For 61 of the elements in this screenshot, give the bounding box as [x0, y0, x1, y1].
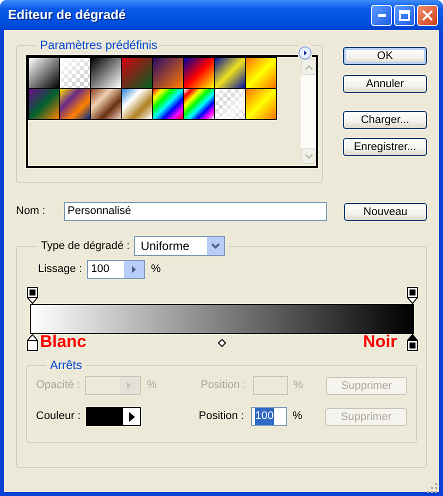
position-field[interactable]: 100 — [251, 407, 288, 426]
name-field[interactable]: Personnalisé — [64, 202, 327, 221]
position-label: Position : — [200, 378, 247, 394]
preset-swatch[interactable] — [152, 57, 184, 90]
maximize-icon — [399, 10, 410, 20]
preset-swatch[interactable] — [152, 88, 184, 120]
preset-swatch[interactable] — [59, 57, 91, 90]
maximize-button[interactable] — [394, 4, 415, 26]
opacity-field[interactable] — [85, 376, 141, 396]
preset-swatch[interactable] — [183, 57, 215, 90]
minimize-button[interactable] — [371, 4, 392, 26]
preset-swatch[interactable] — [28, 88, 60, 120]
gradient-type-select[interactable]: Uniforme — [134, 236, 225, 256]
menu-button[interactable] — [298, 45, 312, 60]
preset-swatch[interactable] — [214, 88, 246, 120]
percent-label: % — [151, 262, 161, 278]
smoothness-field[interactable]: 100 — [87, 260, 145, 279]
percent-label: % — [146, 378, 157, 394]
gradient-type-label: Type de dégradé : — [41, 238, 130, 254]
color-stop[interactable] — [26, 334, 38, 351]
annotation-label: Noir — [363, 333, 397, 350]
preset-swatch[interactable] — [90, 57, 122, 90]
play-circle-icon — [298, 46, 312, 60]
position-label: Position : — [198, 409, 245, 424]
opacity-label: Opacité : — [36, 378, 82, 394]
percent-label: % — [293, 378, 304, 394]
opacity-stop[interactable] — [406, 287, 418, 304]
dialog-button[interactable]: OK — [343, 47, 427, 65]
close-button[interactable] — [417, 4, 438, 26]
smoothness-label: Lissage : — [38, 262, 84, 278]
preset-swatch[interactable] — [183, 88, 215, 120]
chevron-down-icon — [304, 154, 312, 159]
preset-swatch[interactable] — [214, 57, 246, 90]
opacity-stop[interactable] — [26, 287, 38, 304]
color-swatch[interactable] — [86, 407, 142, 426]
section-title: Paramètres prédéfinis — [39, 39, 158, 52]
preset-swatch[interactable] — [245, 57, 277, 90]
color-stop[interactable] — [406, 334, 418, 351]
preset-swatch[interactable] — [121, 88, 153, 120]
color-label: Couleur : — [36, 409, 82, 424]
dialog-button[interactable]: Annuler — [343, 75, 427, 93]
preset-swatch[interactable] — [121, 57, 153, 90]
position-field[interactable] — [252, 376, 288, 396]
dialog-button[interactable]: Charger... — [343, 111, 427, 129]
highlighted-text: 100 — [255, 408, 274, 426]
preset-swatch[interactable] — [28, 57, 60, 90]
percent-label: % — [292, 409, 302, 424]
resize-grip-icon[interactable] — [427, 480, 438, 491]
preset-swatch[interactable] — [90, 88, 122, 120]
preset-swatch[interactable] — [245, 88, 277, 120]
preset-swatch[interactable] — [59, 88, 91, 120]
name-label: Nom : — [16, 204, 46, 220]
new-button[interactable]: Nouveau — [344, 202, 427, 220]
dialog-button[interactable]: Enregistrer... — [343, 138, 427, 156]
window-title: Editeur de dégradé — [8, 6, 127, 24]
close-icon — [422, 10, 433, 20]
section-title: Arrêts — [49, 359, 84, 372]
gradient-bar[interactable] — [30, 304, 414, 334]
annotation-label: Blanc — [40, 333, 86, 350]
minimize-icon — [378, 14, 386, 16]
chevron-up-icon — [304, 64, 312, 70]
